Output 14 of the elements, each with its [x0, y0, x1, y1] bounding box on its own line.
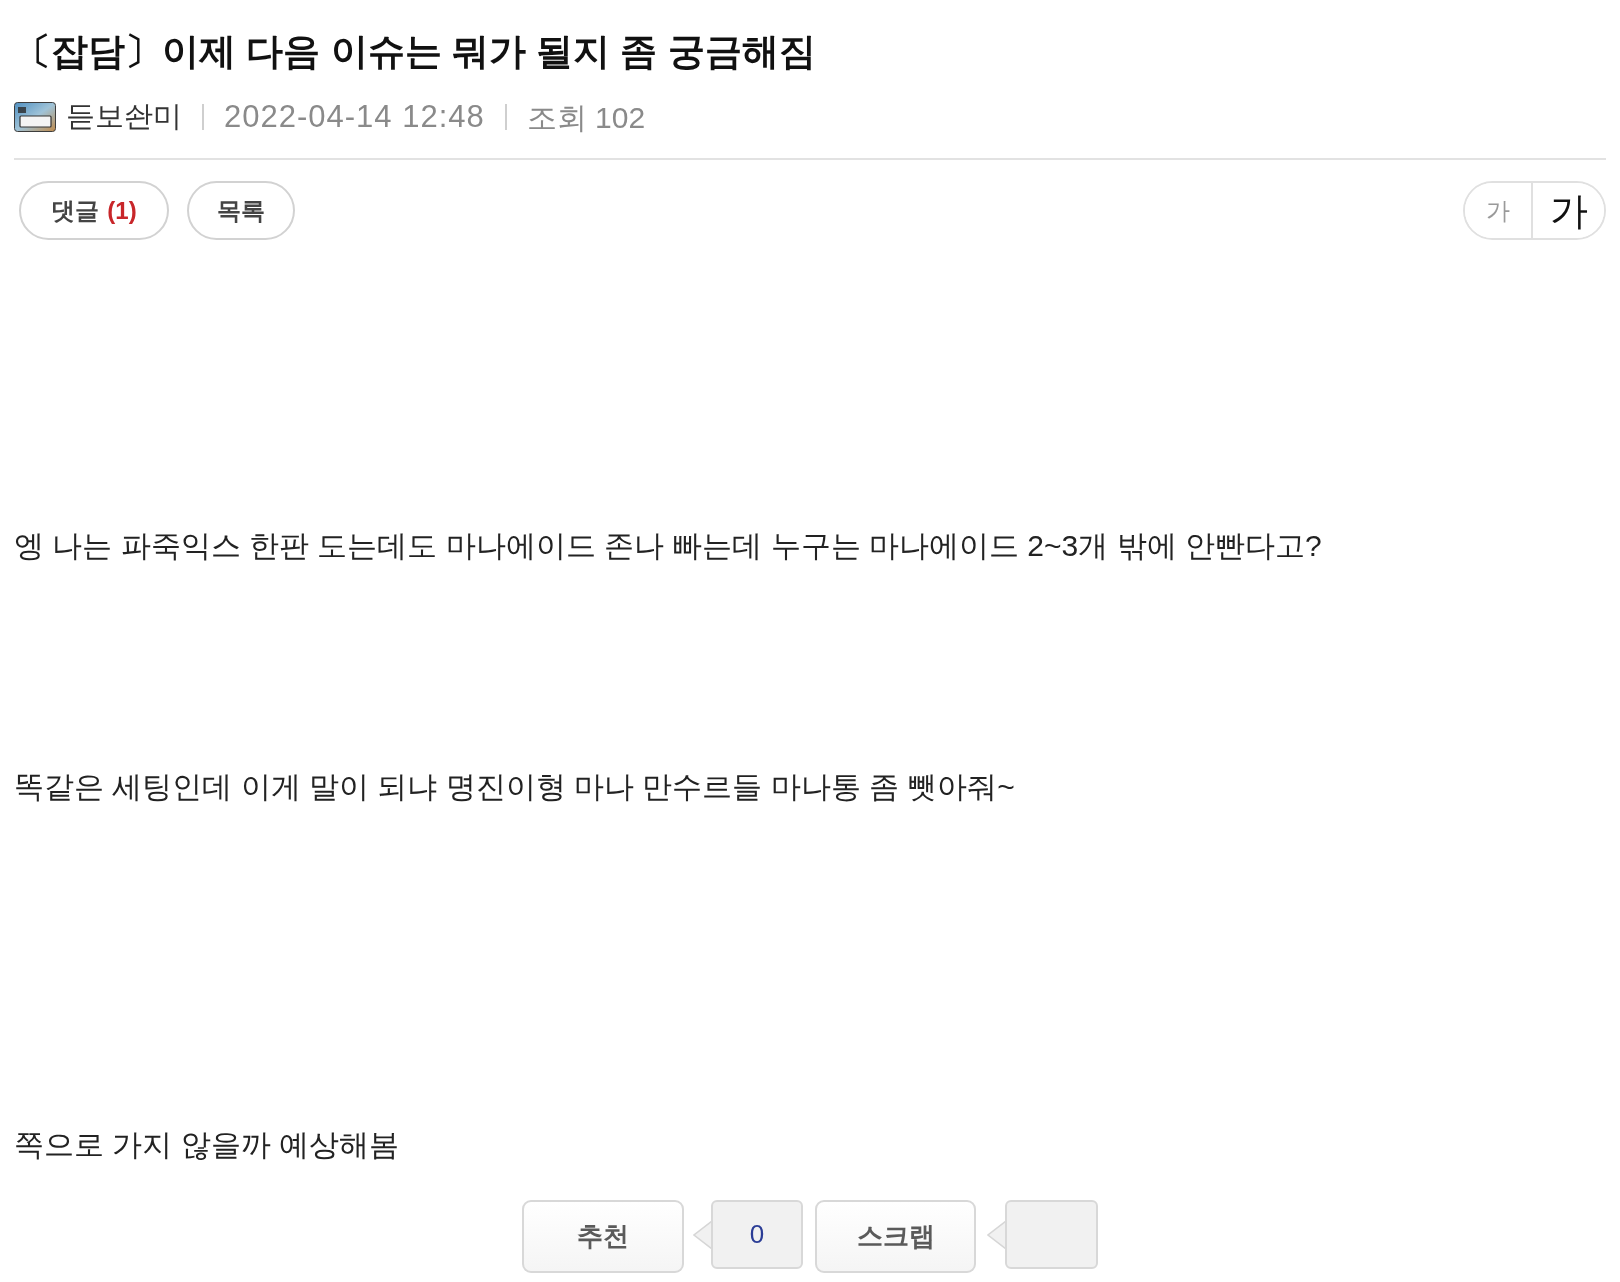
view-count: 조회 102 [526, 99, 646, 136]
comment-button[interactable]: 댓글 (1) [19, 181, 169, 240]
recommend-button[interactable]: 추천 [522, 1200, 684, 1273]
post-title: 〔잡담〕이제 다음 이슈는 뭐가 될지 좀 궁금해짐 [14, 30, 817, 74]
level-badge-icon [14, 102, 56, 132]
body-paragraph: 쪽으로 가지 않을까 예상해봄 [14, 1127, 400, 1163]
font-larger-button[interactable]: 가 [1531, 183, 1604, 238]
body-paragraph: 엥 나는 파죽익스 한판 도는데도 마나에이드 존나 빠는데 누구는 마나에이드 2~3개 밖에 안빤다고? [14, 528, 1323, 564]
body-paragraph: 똑같은 세팅인데 이게 말이 되냐 명진이형 마나 만수르들 마나통 좀 뺏아줘~ [14, 769, 1016, 805]
scrap-button[interactable]: 스크랩 [815, 1200, 976, 1273]
author-name[interactable]: 듣보솬미 [66, 95, 182, 139]
post-date: 2022-04-14 12:48 [224, 97, 485, 136]
recommend-count: 0 [711, 1200, 803, 1269]
list-button[interactable]: 목록 [187, 181, 295, 240]
